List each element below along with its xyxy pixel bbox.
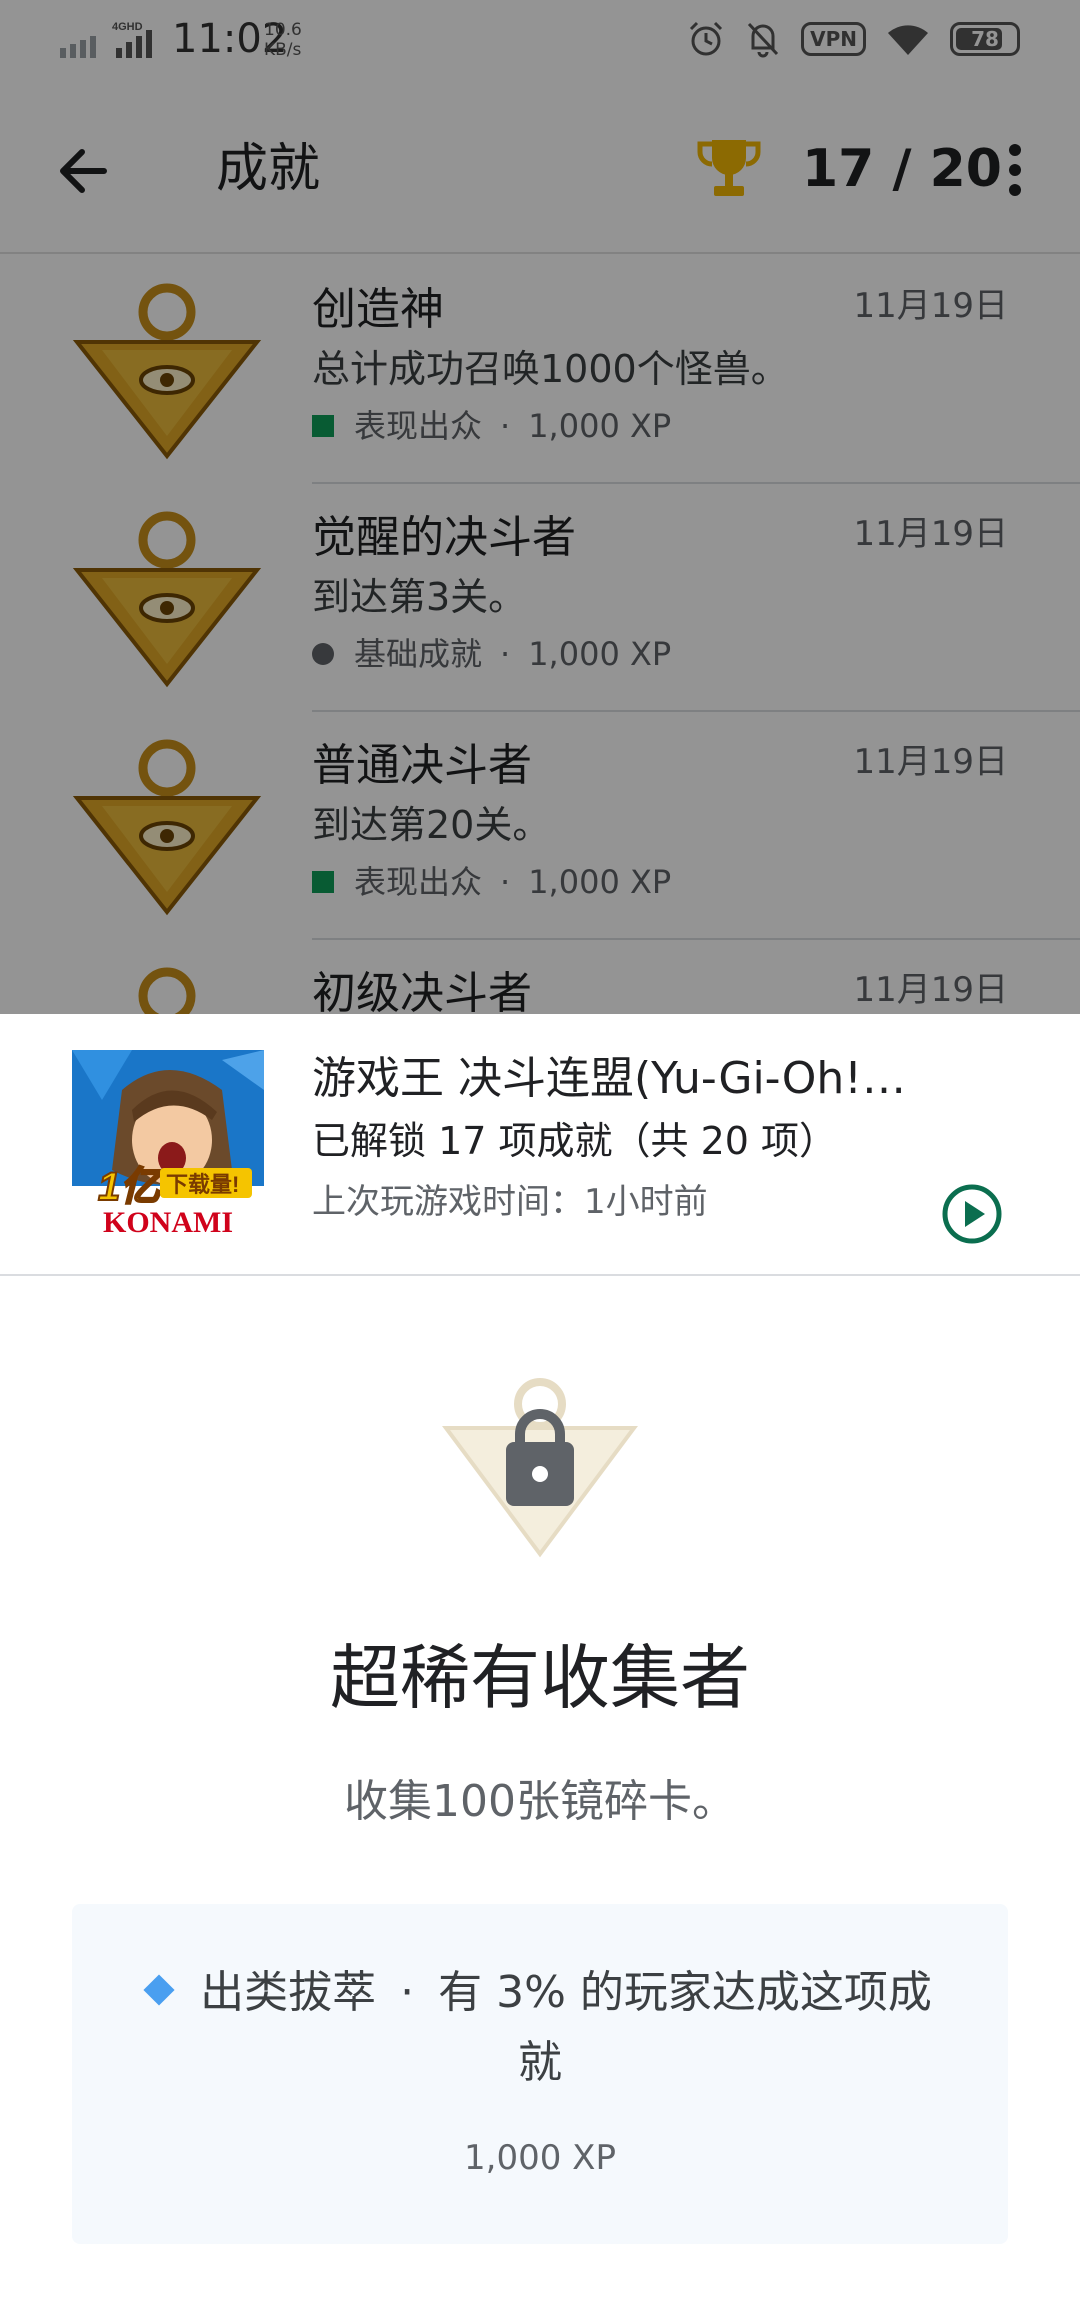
separator-dot: · [400,1967,415,2018]
play-game-button[interactable] [940,1182,1004,1246]
game-icon-text-top: 1亿 [98,1165,165,1209]
achievements-list-page: 4GHD 11:02 10.6 KB/s VPN 78 成就 17 / 20 创… [0,0,1080,1014]
rarity-label: 出类拔萃 [200,1967,377,2018]
achievement-detail-description: 收集100张镜碎卡。 [344,1776,736,1827]
game-progress: 已解锁 17 项成就（共 20 项） [312,1119,838,1163]
detail-xp: 1,000 XP [464,2138,616,2178]
achievement-detail-title: 超稀有收集者 [330,1637,750,1719]
modal-scrim[interactable] [0,0,1080,1014]
game-icon-brand: KONAMI [103,1206,233,1239]
game-title: 游戏王 决斗连盟(Yu-Gi-Oh! Duel Links) [312,1053,912,1104]
rarity-line: 出类拔萃 · 有 3% 的玩家达成这项成就 [132,1958,948,2098]
game-header[interactable]: 1亿 下载量! KONAMI 游戏王 决斗连盟(Yu-Gi-Oh! Duel L… [0,1014,1080,1276]
locked-badge-icon [442,1378,638,1558]
play-circle-icon [942,1184,1002,1244]
achievements-screen: 4GHD 11:02 10.6 KB/s VPN 78 成就 17 / 20 创… [0,0,1080,2316]
rarity-stat: 有 3% 的玩家达成这项成就 [438,1967,932,2088]
last-played: 上次玩游戏时间：1小时前 [312,1182,708,1222]
diamond-icon [143,1974,175,2006]
game-icon: 1亿 下载量! KONAMI [72,1050,264,1242]
game-icon-text-badge: 下载量! [166,1172,239,1197]
rarity-info-box: 出类拔萃 · 有 3% 的玩家达成这项成就 1,000 XP [72,1904,1008,2244]
